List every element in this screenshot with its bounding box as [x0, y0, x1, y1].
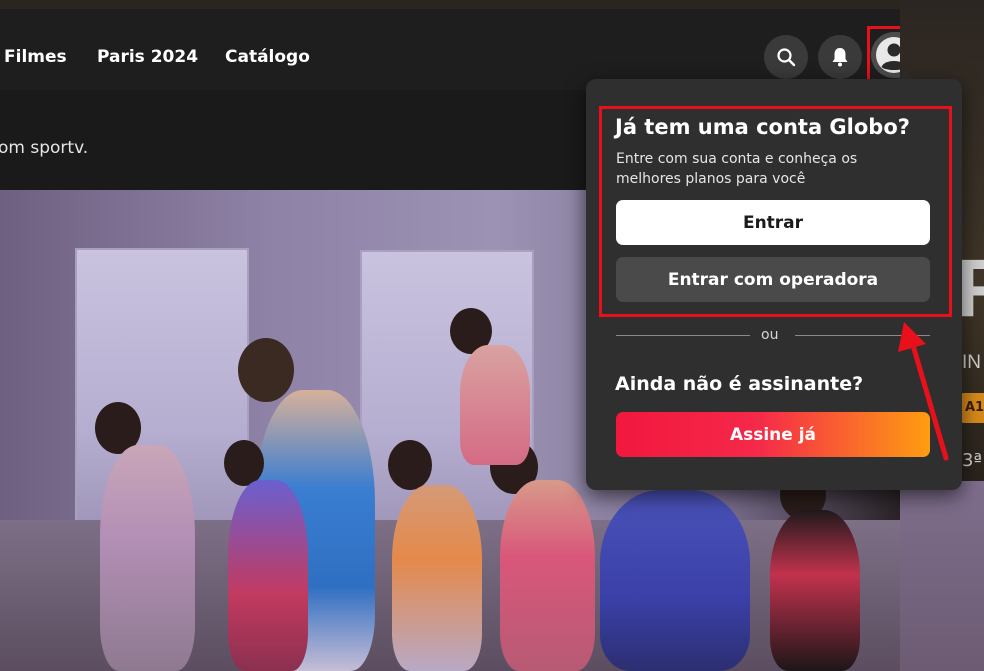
notifications-button[interactable]: [818, 35, 862, 79]
age-rating-badge: A14: [960, 393, 984, 423]
dancer-head: [238, 338, 294, 402]
poster-subtitle: IN: [962, 352, 981, 373]
dancer-figure: [500, 480, 595, 671]
annotation-arrow-icon: [898, 322, 949, 461]
bell-icon: [832, 48, 848, 67]
dancer-figure: [228, 480, 308, 671]
subscribe-heading: Ainda não é assinante?: [615, 373, 864, 395]
nav-item-paris-2024[interactable]: Paris 2024: [97, 47, 198, 67]
separator-label: ou: [761, 327, 779, 343]
window-top-strip: [0, 0, 984, 9]
top-navbar: Filmes Paris 2024 Catálogo: [0, 9, 984, 90]
dancer-head: [388, 440, 432, 490]
hero-subtitle: om sportv.: [0, 138, 89, 158]
nav-item-catalogo[interactable]: Catálogo: [225, 47, 310, 67]
dancer-figure: [460, 345, 530, 465]
separator-line-left: [616, 335, 750, 336]
subscribe-button[interactable]: Assine já: [616, 412, 930, 457]
dancer-figure: [392, 485, 482, 671]
dancer-figure: [100, 445, 195, 671]
dancer-figure: [600, 490, 750, 671]
search-icon: [777, 48, 796, 67]
nav-item-filmes[interactable]: Filmes: [4, 47, 67, 67]
login-highlight-box: [599, 106, 952, 317]
dancer-figure: [770, 510, 860, 671]
poster-footer-text: 3ª: [962, 450, 982, 471]
search-button[interactable]: [764, 35, 808, 79]
